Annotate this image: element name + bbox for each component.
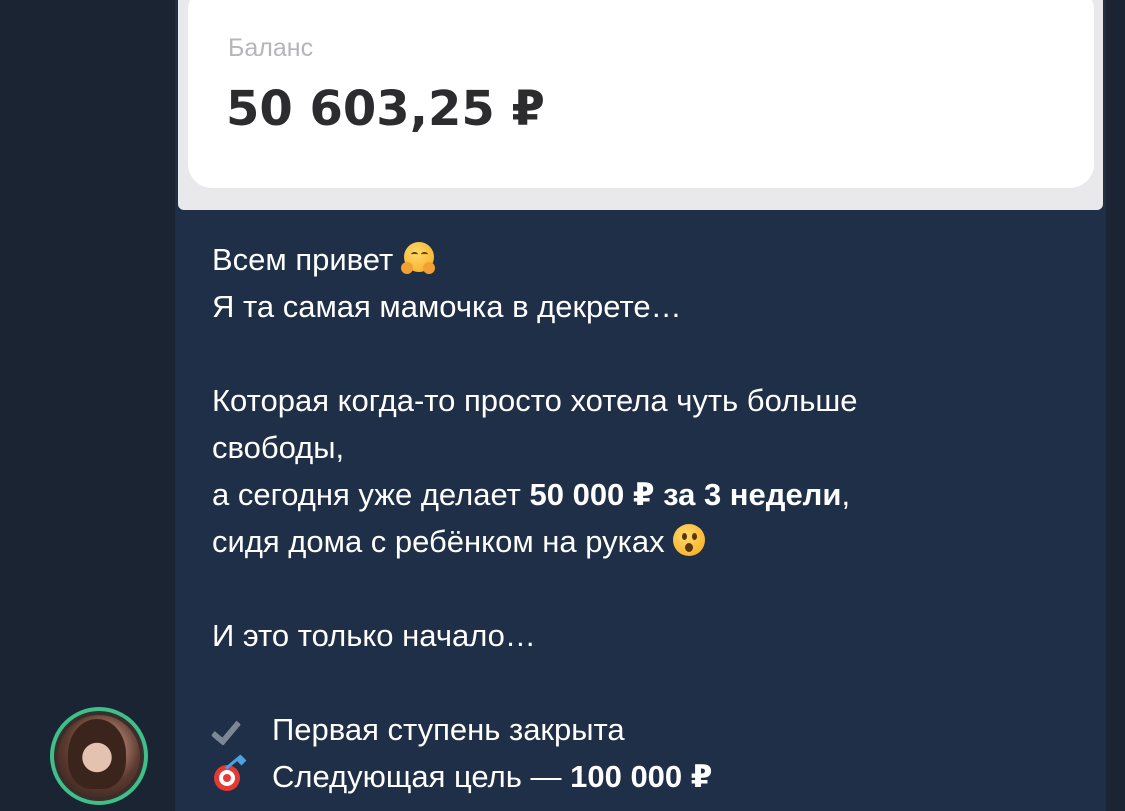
earnings-prefix: а сегодня уже делает — [212, 477, 530, 512]
message-line: Всем привет — [212, 236, 1092, 283]
list-item: Следующая цель — 100 000 ₽ — [212, 753, 1092, 800]
balance-label: Баланс — [228, 34, 314, 62]
message-line: И это только начало… — [212, 618, 536, 653]
balance-card: Баланс 50 603,25 ₽ — [188, 0, 1094, 188]
next-goal-amount: 100 000 ₽ — [570, 759, 713, 794]
message-line: Я та самая мамочка в декрете… — [212, 289, 682, 324]
avatar-portrait — [68, 719, 126, 789]
first-step-text: Первая ступень закрыта — [272, 712, 625, 747]
balance-screenshot-image[interactable]: Баланс 50 603,25 ₽ — [178, 0, 1103, 210]
earnings-suffix: , — [841, 477, 851, 512]
check-mark-icon — [212, 710, 248, 746]
message-line: а сегодня уже делает 50 000 ₽ за 3 недел… — [212, 471, 1092, 518]
direct-hit-target-icon — [212, 754, 248, 793]
home-text: сидя дома с ребёнком на руках — [212, 524, 665, 559]
astonished-face-icon — [672, 524, 707, 558]
message-line: свободы, — [212, 430, 345, 465]
message-line: Которая когда-то просто хотела чуть боль… — [212, 383, 858, 418]
greeting-text: Всем привет — [212, 242, 394, 277]
message-text: Всем привет Я та самая мамочка в декрете… — [212, 236, 1092, 800]
list-item: Первая ступень закрыта — [212, 706, 1092, 753]
balance-value: 50 603,25 ₽ — [226, 81, 545, 137]
avatar[interactable] — [50, 707, 148, 805]
message-line: сидя дома с ребёнком на руках — [212, 518, 1092, 565]
earnings-amount: 50 000 ₽ за 3 недели — [529, 477, 842, 512]
hugging-face-icon — [401, 242, 436, 276]
next-goal-text: Следующая цель — — [272, 759, 571, 794]
